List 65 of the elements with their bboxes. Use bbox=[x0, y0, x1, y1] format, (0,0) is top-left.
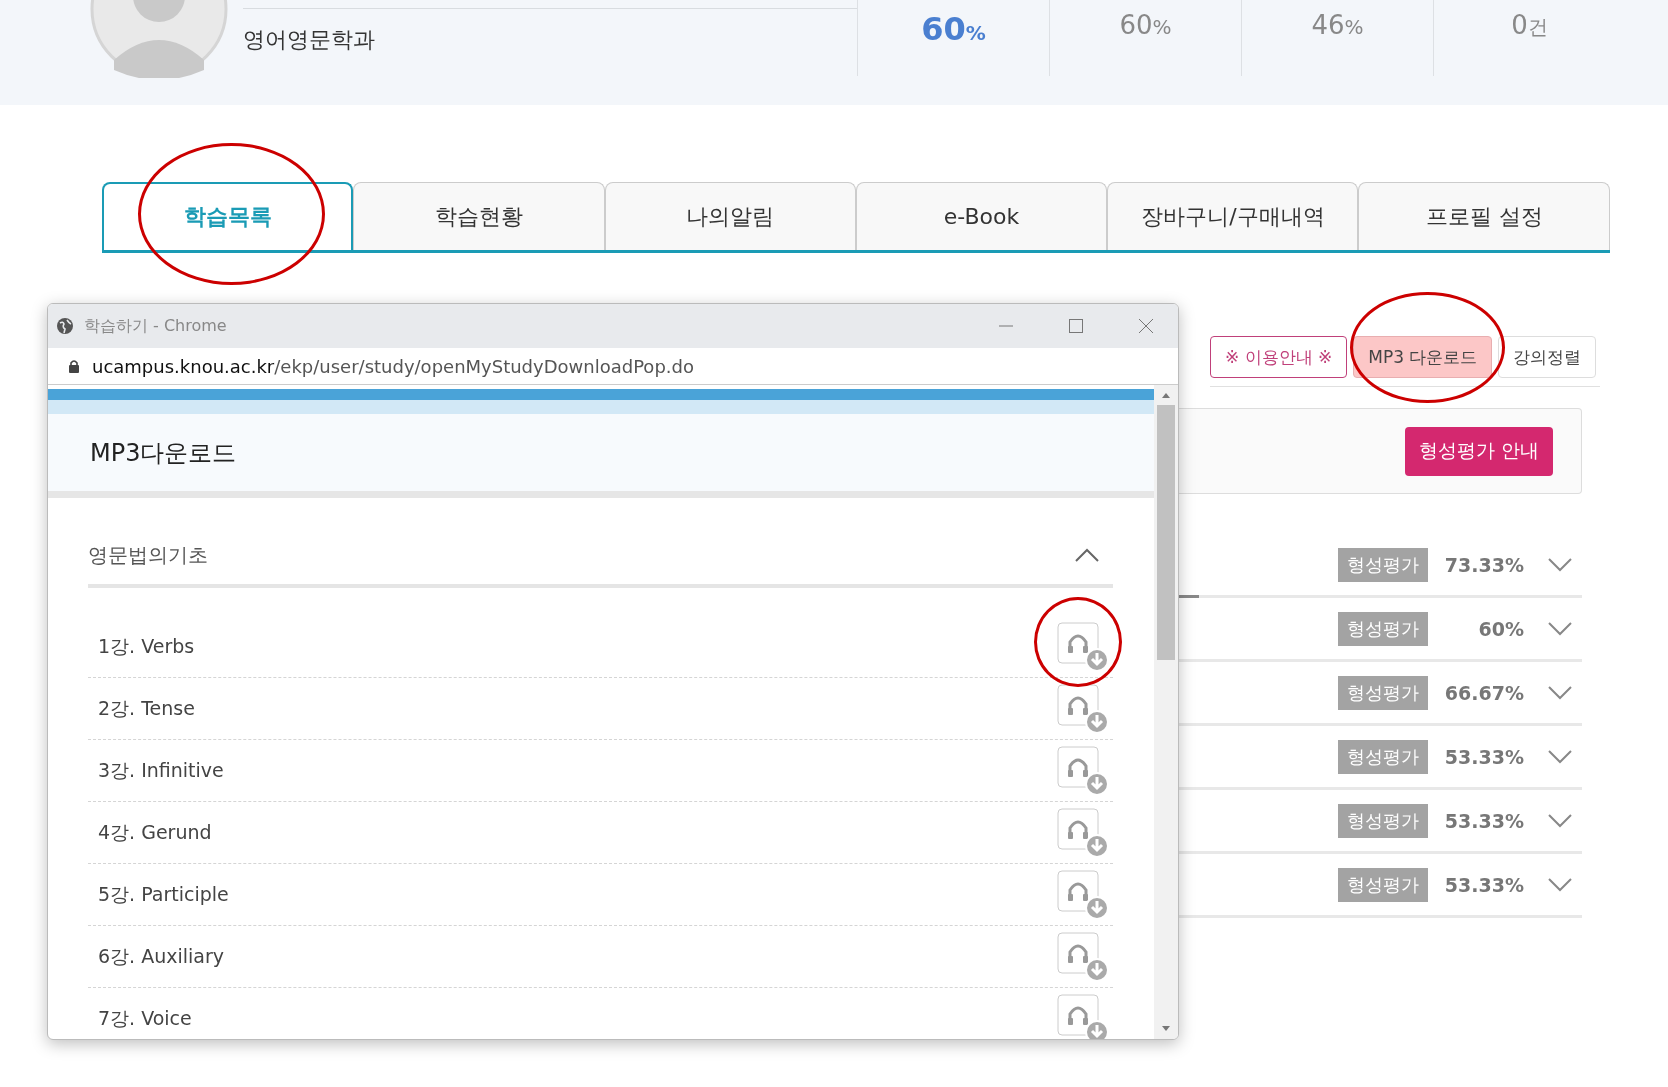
close-icon[interactable] bbox=[1138, 318, 1154, 334]
headphone-download-icon bbox=[1057, 683, 1109, 734]
chevron-icon[interactable] bbox=[1075, 548, 1099, 562]
score: 73.33% bbox=[1443, 553, 1524, 576]
quiz-badge: 형성평가 bbox=[1338, 611, 1428, 646]
download-button[interactable] bbox=[1057, 745, 1109, 796]
notice-button[interactable]: ※ 이용안내 ※ bbox=[1210, 336, 1348, 378]
lecture-title: 2강. Tense bbox=[98, 695, 195, 721]
popup-heading: MP3다운로드 bbox=[90, 437, 237, 469]
headphone-download-icon bbox=[1057, 745, 1109, 796]
quiz-badge: 형성평가 bbox=[1338, 803, 1428, 838]
quiz-badge: 형성평가 bbox=[1338, 675, 1428, 710]
stat-value: 0건 bbox=[1511, 10, 1548, 42]
mp3-download-button[interactable]: MP3 다운로드 bbox=[1353, 336, 1493, 378]
headphone-download-icon bbox=[1057, 931, 1109, 982]
score: 60% bbox=[1477, 617, 1524, 640]
download-button[interactable] bbox=[1057, 993, 1109, 1039]
stat-value: 60% bbox=[921, 10, 986, 44]
department-name: 영어영문학과 bbox=[243, 27, 375, 52]
section-title: 영문법의기초 bbox=[88, 541, 208, 569]
download-button[interactable] bbox=[1057, 869, 1109, 920]
scrollbar-thumb[interactable] bbox=[1157, 405, 1175, 660]
lecture-title: 6강. Auxiliary bbox=[98, 943, 224, 969]
chevron-down-icon[interactable] bbox=[1548, 877, 1572, 892]
chevron-down-icon[interactable] bbox=[1548, 813, 1572, 828]
lecture-title: 4강. Gerund bbox=[98, 819, 212, 845]
quiz-badge: 형성평가 bbox=[1338, 547, 1428, 582]
download-button[interactable] bbox=[1057, 621, 1109, 672]
score: 66.67% bbox=[1443, 681, 1524, 704]
lecture-title: 1강. Verbs bbox=[98, 633, 195, 659]
download-button[interactable] bbox=[1057, 931, 1109, 982]
download-button[interactable] bbox=[1057, 683, 1109, 734]
score: 53.33% bbox=[1443, 745, 1524, 768]
lock-icon bbox=[68, 359, 80, 373]
scroll-up-icon[interactable] bbox=[1161, 391, 1171, 399]
download-button[interactable] bbox=[1057, 807, 1109, 858]
window-title: 학습하기 - Chrome bbox=[84, 315, 227, 337]
chevron-down-icon[interactable] bbox=[1548, 621, 1572, 636]
lecture-title: 5강. Participle bbox=[98, 881, 229, 907]
tab[interactable]: 학습목록 bbox=[102, 182, 354, 250]
score: 53.33% bbox=[1443, 809, 1524, 832]
stat-value: 46% bbox=[1311, 10, 1364, 42]
quiz-badge: 형성평가 bbox=[1338, 739, 1428, 774]
lecture-title: 3강. Infinitive bbox=[98, 757, 224, 783]
tab[interactable]: e-Book bbox=[855, 182, 1108, 250]
tab[interactable]: 장바구니/구매내역 bbox=[1107, 182, 1359, 250]
tab[interactable]: 학습현황 bbox=[353, 182, 605, 250]
stat-value: 60% bbox=[1119, 10, 1172, 42]
chevron-down-icon[interactable] bbox=[1548, 557, 1572, 572]
guide-button[interactable]: 형성평가 안내 bbox=[1404, 426, 1553, 476]
headphone-download-icon bbox=[1057, 807, 1109, 858]
quiz-badge: 형성평가 bbox=[1338, 867, 1428, 902]
chevron-down-icon[interactable] bbox=[1548, 685, 1572, 700]
score: 53.33% bbox=[1443, 873, 1524, 896]
url-text[interactable]: ucampus.knou.ac.kr/ekp/user/study/openMyStudyDownloadPop.do bbox=[92, 355, 694, 377]
tab[interactable]: 나의알림 bbox=[604, 182, 856, 250]
lecture-title: 7강. Voice bbox=[98, 1005, 192, 1031]
globe-icon bbox=[56, 317, 74, 335]
chevron-down-icon[interactable] bbox=[1548, 749, 1572, 764]
headphone-download-icon bbox=[1057, 621, 1109, 672]
scroll-down-icon[interactable] bbox=[1161, 1025, 1171, 1033]
sort-button[interactable]: 강의정렬 bbox=[1498, 336, 1597, 378]
headphone-download-icon bbox=[1057, 869, 1109, 920]
maximize-icon[interactable] bbox=[1068, 318, 1084, 334]
tab[interactable]: 프로필 설정 bbox=[1358, 182, 1610, 250]
